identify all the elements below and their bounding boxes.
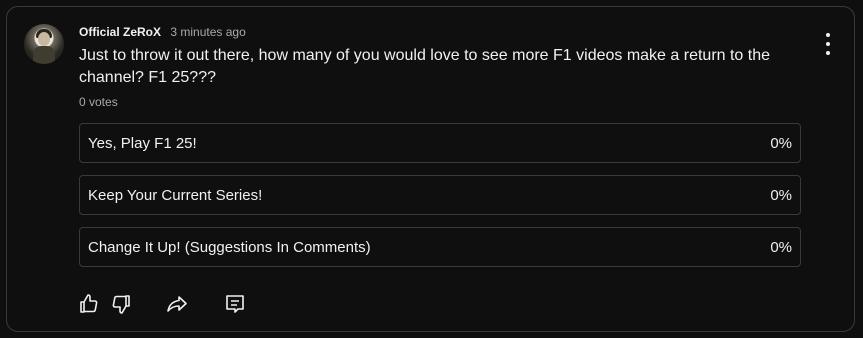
share-icon: [167, 296, 187, 312]
like-button[interactable]: [77, 292, 101, 316]
comment-icon: [226, 295, 244, 313]
share-button[interactable]: [165, 292, 189, 316]
thumbs-down-icon: [112, 295, 130, 314]
post-meta: Official ZeRoX 3 minutes ago: [79, 24, 246, 40]
post-time[interactable]: 3 minutes ago: [170, 25, 245, 39]
thumbs-up-icon: [80, 294, 98, 313]
community-post-card: Official ZeRoX 3 minutes ago Just to thr…: [6, 6, 855, 332]
poll-option[interactable]: Keep Your Current Series! 0%: [79, 175, 801, 215]
comment-button[interactable]: [223, 292, 247, 316]
poll-option[interactable]: Change It Up! (Suggestions In Comments) …: [79, 227, 801, 267]
vote-count: 0 votes: [79, 95, 118, 109]
dislike-button[interactable]: [109, 292, 133, 316]
avatar-body: [33, 46, 55, 64]
menu-dot: [826, 42, 830, 46]
poll-option-percent: 0%: [770, 239, 792, 256]
poll-option-percent: 0%: [770, 187, 792, 204]
menu-dot: [826, 51, 830, 55]
menu-dot: [826, 33, 830, 37]
poll-option[interactable]: Yes, Play F1 25! 0%: [79, 123, 801, 163]
poll-option-label: Change It Up! (Suggestions In Comments): [88, 239, 371, 256]
poll-option-label: Keep Your Current Series!: [88, 187, 263, 204]
more-vertical-icon[interactable]: [820, 33, 836, 55]
avatar-face: [38, 32, 50, 46]
avatar[interactable]: [24, 24, 64, 64]
poll-option-percent: 0%: [770, 135, 792, 152]
post-text: Just to throw it out there, how many of …: [79, 47, 771, 86]
author-name[interactable]: Official ZeRoX: [79, 25, 161, 39]
poll-option-label: Yes, Play F1 25!: [88, 135, 197, 152]
